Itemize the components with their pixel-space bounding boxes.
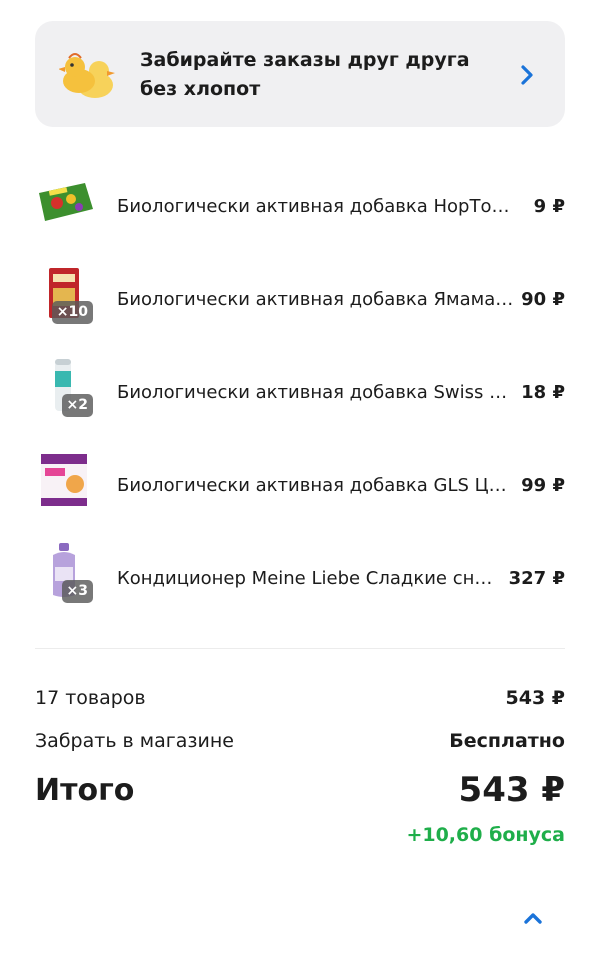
share-orders-banner[interactable]: Забирайте заказы друг друга без хлопот xyxy=(35,21,565,127)
banner-title: Забирайте заказы друг друга без хлопот xyxy=(140,49,470,100)
item-price: 9 ₽ xyxy=(533,196,565,217)
item-name: Кондиционер Meine Liebe Сладкие сн… xyxy=(117,568,493,589)
order-summary-screen: Забирайте заказы друг друга без хлопот Б… xyxy=(0,0,600,957)
item-price: 327 ₽ xyxy=(508,568,565,589)
item-name: Биологически активная добавка Ямама … xyxy=(117,289,515,310)
chevron-right-icon xyxy=(521,65,533,85)
ducks-icon xyxy=(59,53,115,98)
item-price: 90 ₽ xyxy=(521,289,565,310)
bonus-amount: +10,60 бонуса xyxy=(406,824,565,846)
list-item[interactable]: Биологически активная добавка GLS Ци… 99… xyxy=(35,434,565,527)
quantity-badge: ×2 xyxy=(61,394,93,417)
item-name: Биологически активная добавка Swiss En… xyxy=(117,382,515,403)
pickup-row: Забрать в магазине Бесплатно xyxy=(35,730,565,752)
item-price: 18 ₽ xyxy=(521,382,565,403)
chevron-up-icon[interactable] xyxy=(522,910,544,926)
product-thumbnail: ×2 xyxy=(35,355,97,419)
list-item[interactable]: ×3 Кондиционер Meine Liebe Сладкие сн… 3… xyxy=(35,527,565,620)
candy-pack-thumbnail xyxy=(39,183,93,221)
list-item[interactable]: ×10 Биологически активная добавка Ямама … xyxy=(35,248,565,341)
list-item[interactable]: Биологически активная добавка НорТор … 9… xyxy=(35,155,565,248)
list-item[interactable]: ×2 Биологически активная добавка Swiss E… xyxy=(35,341,565,434)
total-value: 543 ₽ xyxy=(458,770,565,810)
pickup-label: Забрать в магазине xyxy=(35,730,234,752)
items-total-value: 543 ₽ xyxy=(505,687,566,709)
quantity-badge: ×10 xyxy=(51,301,93,324)
product-thumbnail: ×10 xyxy=(35,262,97,326)
item-name: Биологически активная добавка GLS Ци… xyxy=(117,475,515,496)
item-name: Биологически активная добавка НорТор … xyxy=(117,196,515,217)
total-label: Итого xyxy=(35,772,135,808)
divider xyxy=(35,648,565,649)
pickup-value: Бесплатно xyxy=(449,730,565,752)
total-row: Итого 543 ₽ xyxy=(35,770,565,810)
product-thumbnail: ×3 xyxy=(35,541,97,605)
items-count-label: 17 товаров xyxy=(35,687,146,709)
quantity-badge: ×3 xyxy=(61,580,93,603)
item-price: 99 ₽ xyxy=(521,475,565,496)
items-count-row: 17 товаров 543 ₽ xyxy=(35,687,565,709)
white-box-thumbnail xyxy=(41,454,87,506)
